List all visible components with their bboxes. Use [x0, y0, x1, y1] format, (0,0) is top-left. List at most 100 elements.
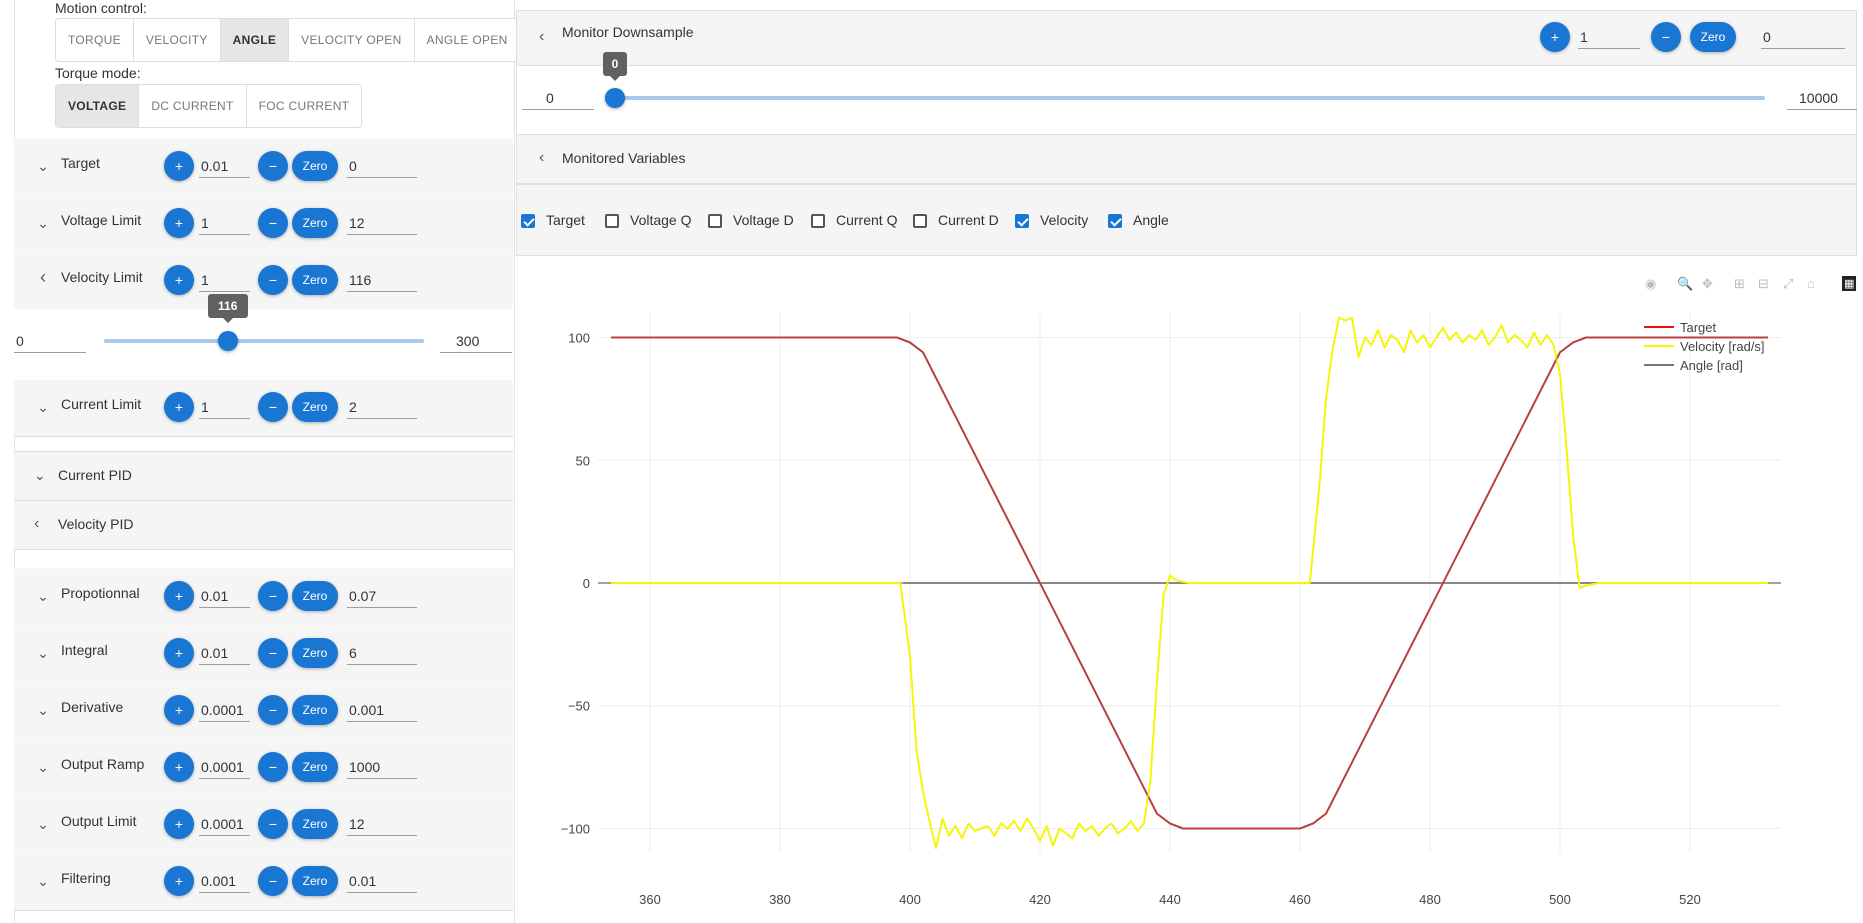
- step-input[interactable]: [199, 268, 250, 292]
- motion-option-velocity-open[interactable]: VELOCITY OPEN: [289, 19, 415, 61]
- motion-option-torque[interactable]: TORQUE: [56, 19, 134, 61]
- home-icon[interactable]: ⌂: [1807, 276, 1815, 291]
- checkbox[interactable]: [605, 214, 619, 228]
- decrement-button[interactable]: −: [258, 866, 288, 896]
- decrement-button[interactable]: −: [258, 809, 288, 839]
- value-input[interactable]: [347, 812, 417, 836]
- decrement-button[interactable]: −: [258, 265, 288, 295]
- checkbox[interactable]: [521, 214, 535, 228]
- step-input[interactable]: [199, 154, 250, 178]
- chevron-down-icon[interactable]: ⌄: [36, 759, 50, 776]
- velocity-slider-min-input[interactable]: [14, 329, 86, 353]
- value-input[interactable]: [347, 211, 417, 235]
- checkbox[interactable]: [913, 214, 927, 228]
- step-input[interactable]: [199, 641, 250, 665]
- decrement-button[interactable]: −: [258, 581, 288, 611]
- zero-button[interactable]: Zero: [292, 151, 338, 181]
- plotly-logo-icon[interactable]: ▦: [1842, 276, 1857, 291]
- torque-option-voltage[interactable]: VOLTAGE: [56, 85, 140, 127]
- autoscale-icon[interactable]: ⤢: [1783, 276, 1793, 292]
- chevron-down-icon[interactable]: ⌄: [36, 816, 50, 833]
- downsample-slider-max-input[interactable]: [1787, 86, 1857, 110]
- decrement-button[interactable]: −: [258, 695, 288, 725]
- zero-button[interactable]: Zero: [292, 809, 338, 839]
- zero-button[interactable]: Zero: [292, 752, 338, 782]
- step-input[interactable]: [199, 211, 250, 235]
- zoom-in-icon[interactable]: ⊞: [1734, 276, 1745, 292]
- decrement-button[interactable]: −: [258, 392, 288, 422]
- zero-button[interactable]: Zero: [292, 638, 338, 668]
- value-input[interactable]: [347, 395, 417, 419]
- torque-option-foc-current[interactable]: FOC CURRENT: [247, 85, 362, 127]
- chevron-left-icon[interactable]: ‹: [36, 267, 50, 288]
- step-input[interactable]: [199, 755, 250, 779]
- current-pid-header[interactable]: ⌄ Current PID: [14, 451, 513, 501]
- camera-icon[interactable]: ◉: [1645, 276, 1656, 292]
- zero-button[interactable]: Zero: [292, 695, 338, 725]
- zero-button[interactable]: Zero: [292, 392, 338, 422]
- chevron-down-icon[interactable]: ⌄: [36, 215, 50, 232]
- step-input[interactable]: [199, 395, 250, 419]
- chevron-down-icon[interactable]: ⌄: [36, 702, 50, 719]
- value-input[interactable]: [347, 869, 417, 893]
- decrement-button[interactable]: −: [258, 638, 288, 668]
- step-input[interactable]: [199, 812, 250, 836]
- downsample-minus-button[interactable]: −: [1651, 22, 1681, 52]
- velocity-slider-max-input[interactable]: [440, 329, 512, 353]
- decrement-button[interactable]: −: [258, 752, 288, 782]
- checkbox[interactable]: [1015, 214, 1029, 228]
- value-input[interactable]: [347, 154, 417, 178]
- increment-button[interactable]: +: [164, 151, 194, 181]
- torque-option-dc-current[interactable]: DC CURRENT: [139, 85, 247, 127]
- motion-option-velocity[interactable]: VELOCITY: [134, 19, 221, 61]
- zero-button[interactable]: Zero: [292, 866, 338, 896]
- downsample-slider-thumb[interactable]: [605, 88, 625, 108]
- motion-option-angle[interactable]: ANGLE: [220, 19, 290, 61]
- downsample-step-input[interactable]: [1578, 25, 1640, 49]
- velocity-slider-track[interactable]: [104, 339, 424, 343]
- value-input[interactable]: [347, 755, 417, 779]
- motion-option-angle-open[interactable]: ANGLE OPEN: [415, 19, 520, 61]
- value-input[interactable]: [347, 268, 417, 292]
- increment-button[interactable]: +: [164, 866, 194, 896]
- increment-button[interactable]: +: [164, 265, 194, 295]
- downsample-slider-track[interactable]: [606, 96, 1765, 100]
- downsample-value-input[interactable]: [1761, 25, 1845, 49]
- monitor-downsample-header[interactable]: ‹ Monitor Downsample + − Zero: [516, 10, 1857, 66]
- decrement-button[interactable]: −: [258, 151, 288, 181]
- chevron-down-icon[interactable]: ⌄: [36, 873, 50, 890]
- monitored-variables-header[interactable]: ‹ Monitored Variables: [516, 134, 1857, 184]
- pan-icon[interactable]: ✥: [1702, 276, 1713, 292]
- increment-button[interactable]: +: [164, 809, 194, 839]
- value-input[interactable]: [347, 584, 417, 608]
- step-input[interactable]: [199, 869, 250, 893]
- increment-button[interactable]: +: [164, 208, 194, 238]
- zero-button[interactable]: Zero: [292, 265, 338, 295]
- increment-button[interactable]: +: [164, 581, 194, 611]
- increment-button[interactable]: +: [164, 752, 194, 782]
- chevron-down-icon[interactable]: ⌄: [36, 645, 50, 662]
- increment-button[interactable]: +: [164, 392, 194, 422]
- zoom-icon[interactable]: 🔍: [1677, 276, 1693, 292]
- zero-button[interactable]: Zero: [292, 208, 338, 238]
- step-input[interactable]: [199, 584, 250, 608]
- checkbox[interactable]: [1108, 214, 1122, 228]
- checkbox[interactable]: [708, 214, 722, 228]
- downsample-slider-min-input[interactable]: [522, 86, 594, 110]
- increment-button[interactable]: +: [164, 638, 194, 668]
- zero-button[interactable]: Zero: [292, 581, 338, 611]
- step-input[interactable]: [199, 698, 250, 722]
- increment-button[interactable]: +: [164, 695, 194, 725]
- chevron-down-icon[interactable]: ⌄: [36, 399, 50, 416]
- velocity-pid-header[interactable]: ‹ Velocity PID: [14, 500, 513, 550]
- velocity-slider-thumb[interactable]: [217, 331, 238, 351]
- chevron-down-icon[interactable]: ⌄: [36, 588, 50, 605]
- zoom-out-icon[interactable]: ⊟: [1758, 276, 1769, 292]
- value-input[interactable]: [347, 698, 417, 722]
- checkbox[interactable]: [811, 214, 825, 228]
- decrement-button[interactable]: −: [258, 208, 288, 238]
- downsample-plus-button[interactable]: +: [1540, 22, 1570, 52]
- value-input[interactable]: [347, 641, 417, 665]
- chevron-down-icon[interactable]: ⌄: [36, 158, 50, 175]
- downsample-zero-button[interactable]: Zero: [1690, 22, 1736, 52]
